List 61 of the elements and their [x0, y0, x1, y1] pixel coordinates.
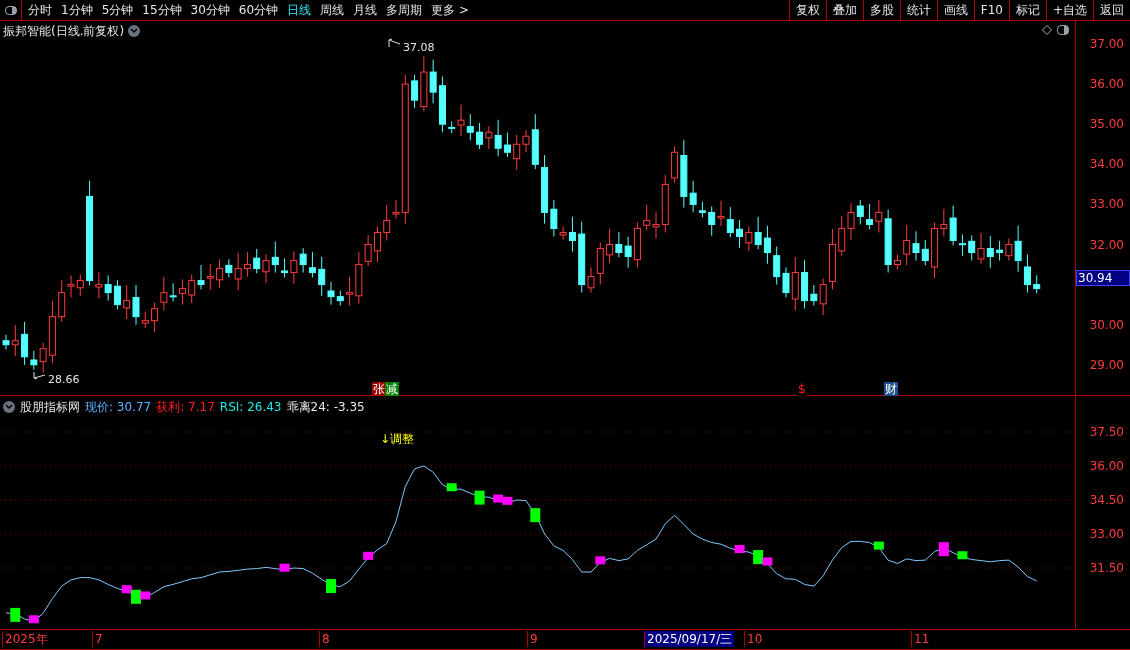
- candlestick: [1033, 274, 1041, 294]
- toolbar-button[interactable]: 多股: [862, 0, 900, 20]
- chevron-down-icon[interactable]: [128, 25, 141, 37]
- event-marker[interactable]: $: [797, 382, 807, 396]
- price-axis-label: 33.00: [1089, 197, 1124, 212]
- time-axis-label: 2025年: [2, 631, 50, 647]
- time-axis-label: 8: [319, 631, 332, 647]
- low-price-label: 28.66: [48, 372, 80, 388]
- indicator-name: 股朋指标网: [20, 399, 80, 416]
- time-axis-label: 2025/09/17/三: [644, 631, 735, 647]
- toolbar-button[interactable]: 画线: [936, 0, 974, 20]
- low-pointer-icon: [33, 371, 47, 381]
- event-marker[interactable]: 张: [372, 382, 386, 396]
- period-tab[interactable]: 月线: [353, 1, 378, 19]
- period-tab[interactable]: 日线: [287, 1, 312, 19]
- toolbar-button[interactable]: 叠加: [825, 0, 863, 20]
- high-price-label: 37.08: [403, 40, 435, 56]
- period-tab[interactable]: 1分钟: [61, 1, 93, 19]
- time-axis-label: 9: [527, 631, 540, 647]
- event-marker[interactable]: 财: [884, 382, 898, 396]
- current-price-tag: 30.94: [1076, 270, 1130, 286]
- period-tab[interactable]: 5分钟: [101, 1, 134, 19]
- period-tab[interactable]: 周线: [320, 1, 345, 19]
- price-axis-label: 29.00: [1089, 357, 1124, 372]
- indicator-value: RSI: 26.43: [219, 399, 282, 416]
- indicator-axis-label: 36.00: [1089, 459, 1124, 473]
- period-tab[interactable]: 15分钟: [142, 1, 182, 19]
- price-axis-label: 32.00: [1089, 237, 1124, 252]
- indicator-axis-label: 37.50: [1089, 425, 1124, 439]
- time-axis-label: 10: [744, 631, 765, 647]
- toolbar-button[interactable]: 返回: [1093, 0, 1130, 20]
- toolbar-button[interactable]: 复权: [788, 0, 826, 20]
- price-axis-label: 35.00: [1089, 117, 1124, 132]
- toolbar-button[interactable]: 统计: [899, 0, 937, 20]
- period-tab[interactable]: 分时: [28, 1, 52, 19]
- toolbar-button[interactable]: 标记: [1008, 0, 1046, 20]
- high-pointer-icon: [388, 38, 402, 48]
- indicator-axis-label: 34.50: [1089, 493, 1124, 507]
- price-axis-label: 36.00: [1089, 77, 1124, 92]
- toolbar-button[interactable]: +自选: [1045, 0, 1093, 20]
- time-axis-label: 7: [92, 631, 105, 647]
- indicator-axis-label: 31.50: [1089, 561, 1124, 575]
- period-tab[interactable]: 30分钟: [190, 1, 230, 19]
- indicator-value: 现价: 30.77: [85, 399, 152, 416]
- price-axis-label: 34.00: [1089, 157, 1124, 172]
- chevron-down-icon[interactable]: [3, 401, 15, 413]
- event-marker[interactable]: 减: [385, 382, 399, 396]
- period-tab[interactable]: 60分钟: [238, 1, 279, 19]
- toolbar-button[interactable]: F10: [973, 0, 1009, 20]
- indicator-value: 乖离24: -3.35: [286, 399, 365, 416]
- indicator-value: 获利: 7.17: [156, 399, 215, 416]
- time-axis-label: 11: [911, 631, 932, 647]
- panel-toggle-icon[interactable]: [1057, 25, 1069, 35]
- period-tab[interactable]: 更多 >: [431, 1, 469, 19]
- signal-label: ↓调整: [380, 431, 415, 448]
- diamond-icon[interactable]: [1042, 25, 1052, 35]
- indicator-axis-label: 33.00: [1089, 527, 1124, 541]
- chart-title: 振邦智能(日线.前复权): [3, 23, 125, 40]
- period-tab[interactable]: 多周期: [386, 1, 423, 19]
- price-axis-label: 37.00: [1089, 37, 1124, 51]
- price-axis-label: 30.00: [1089, 317, 1124, 332]
